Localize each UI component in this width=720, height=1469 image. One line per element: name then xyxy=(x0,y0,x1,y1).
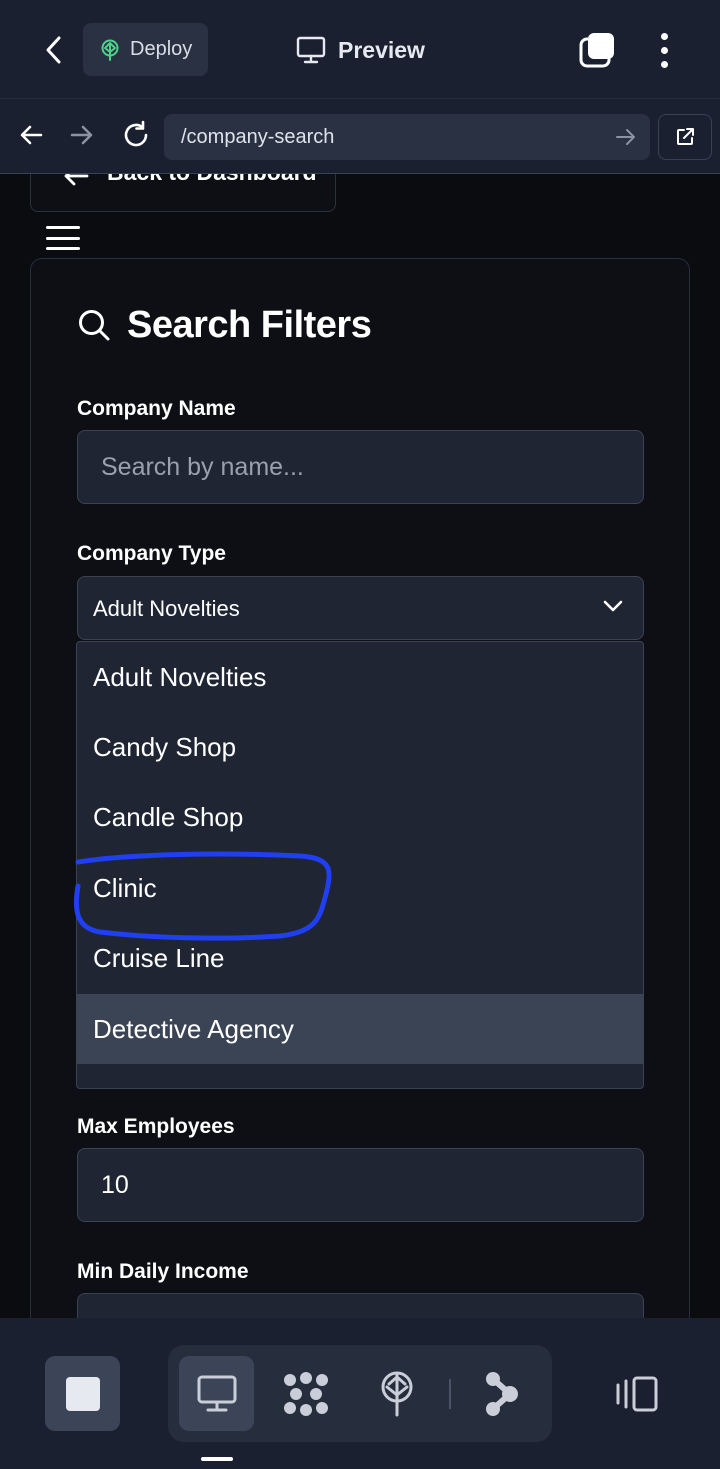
arrow-right-icon xyxy=(70,125,93,145)
url-field[interactable]: /company-search xyxy=(164,114,650,160)
deploy-label: Deploy xyxy=(130,38,193,60)
back-button[interactable] xyxy=(34,28,74,72)
deploy-tree-icon xyxy=(381,1371,412,1416)
external-link-icon xyxy=(677,128,694,145)
app-bar: Deploy Preview xyxy=(0,0,720,98)
company-type-label: Company Type xyxy=(77,542,226,565)
back-to-dashboard-label: Back to Dashboard xyxy=(107,174,317,186)
nav-back-button[interactable] xyxy=(9,113,53,157)
company-name-label: Company Name xyxy=(77,397,236,420)
tool-separator xyxy=(449,1379,451,1409)
company-type-select[interactable]: Adult Novelties xyxy=(77,576,644,640)
option-candle-shop[interactable]: Candle Shop xyxy=(77,782,643,852)
chevron-left-icon xyxy=(46,36,61,64)
min-daily-income-input[interactable] xyxy=(77,1293,644,1318)
reload-button[interactable] xyxy=(114,113,158,157)
option-cruise-line[interactable]: Cruise Line xyxy=(77,923,643,993)
max-employees-input[interactable] xyxy=(77,1148,644,1222)
tabs-icon xyxy=(579,33,614,68)
dots-grid-icon xyxy=(283,1371,328,1416)
share-icon xyxy=(485,1371,518,1416)
option-detective-agency[interactable]: Detective Agency xyxy=(77,994,643,1064)
arrow-left-icon xyxy=(20,125,43,145)
deploy-button[interactable]: Deploy xyxy=(83,23,208,76)
filters-title-text: Search Filters xyxy=(127,303,372,346)
option-fireworks-store[interactable]: Fireworks Store xyxy=(77,1064,643,1088)
company-name-input[interactable] xyxy=(77,430,644,504)
nav-forward-button[interactable] xyxy=(60,113,104,157)
max-employees-label: Max Employees xyxy=(77,1115,235,1138)
preview-title: Preview xyxy=(296,30,425,70)
bottom-toolbar xyxy=(0,1318,720,1469)
company-type-options-list[interactable]: Adult Novelties Candy Shop Candle Shop C… xyxy=(76,641,644,1089)
dots-tool-button[interactable] xyxy=(268,1356,343,1431)
browser-bar: /company-search xyxy=(0,98,720,174)
open-external-button[interactable] xyxy=(658,114,712,160)
search-icon xyxy=(79,310,110,341)
url-text: /company-search xyxy=(181,126,335,148)
kebab-menu-icon[interactable] xyxy=(646,28,682,72)
chevron-down-icon xyxy=(603,600,623,612)
panel-layout-button[interactable] xyxy=(604,1356,670,1431)
stop-icon xyxy=(65,1376,100,1411)
option-clinic[interactable]: Clinic xyxy=(77,853,643,923)
filters-title: Search Filters xyxy=(77,303,372,347)
share-tool-button[interactable] xyxy=(464,1356,539,1431)
monitor-icon xyxy=(197,1375,236,1411)
option-candy-shop[interactable]: Candy Shop xyxy=(77,712,643,782)
hamburger-icon[interactable] xyxy=(46,224,80,252)
monitor-icon xyxy=(296,36,326,64)
tabs-button[interactable] xyxy=(574,28,620,72)
preview-label: Preview xyxy=(338,36,425,63)
arrow-left-icon xyxy=(64,174,89,186)
panel-layout-icon xyxy=(616,1376,658,1411)
stop-button[interactable] xyxy=(45,1356,120,1431)
home-indicator xyxy=(201,1457,233,1461)
back-to-dashboard-button[interactable]: Back to Dashboard xyxy=(30,174,336,212)
min-daily-income-label: Min Daily Income xyxy=(77,1260,249,1283)
deploy-tree-icon xyxy=(98,38,122,62)
reload-icon xyxy=(124,120,148,147)
company-type-selected-value: Adult Novelties xyxy=(93,596,240,621)
tool-group xyxy=(168,1345,552,1442)
go-arrow-icon[interactable] xyxy=(614,125,638,149)
deploy-tool-button[interactable] xyxy=(359,1356,434,1431)
option-adult-novelties[interactable]: Adult Novelties xyxy=(77,642,643,712)
preview-tool-button[interactable] xyxy=(179,1356,254,1431)
